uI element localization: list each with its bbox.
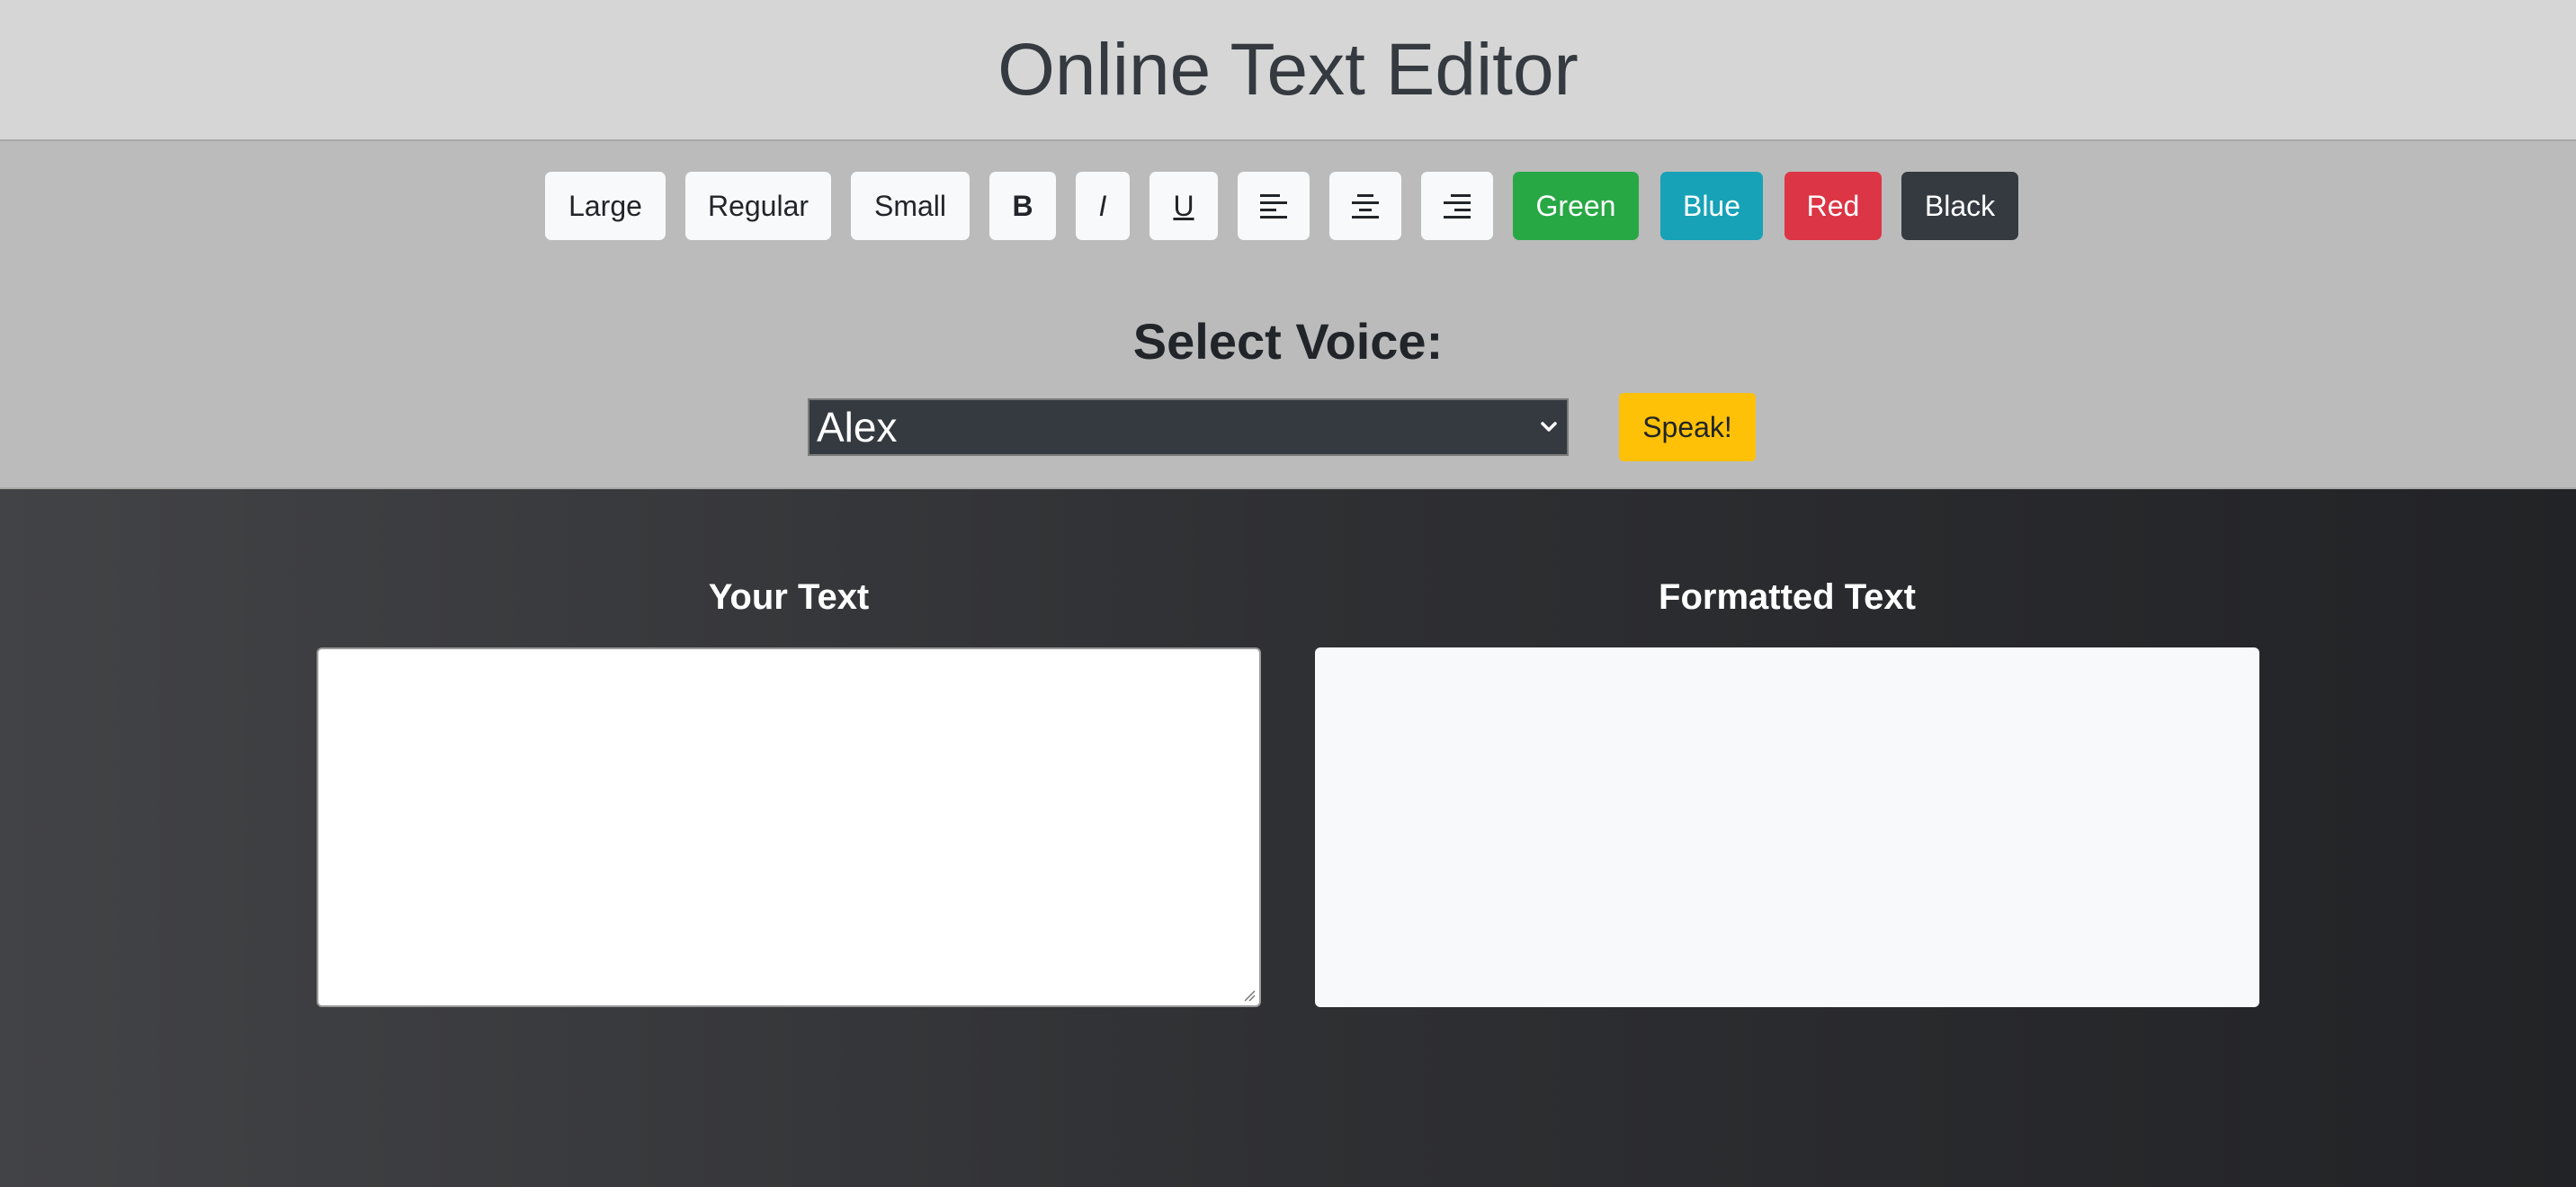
- size-large-button[interactable]: Large: [545, 172, 666, 240]
- formatted-output: [1315, 647, 2259, 1007]
- resize-handle-icon[interactable]: [1243, 989, 1256, 1002]
- align-right-button[interactable]: [1421, 172, 1493, 240]
- voice-select-value: Alex: [817, 404, 898, 451]
- toolbar: Large Regular Small B I U Green Blue Red…: [0, 141, 2576, 489]
- editor-area: Your Text Formatted Text: [0, 489, 2576, 1187]
- align-center-icon: [1352, 194, 1379, 219]
- size-small-button[interactable]: Small: [851, 172, 970, 240]
- size-regular-button[interactable]: Regular: [685, 172, 831, 240]
- page-header: Online Text Editor: [0, 0, 2576, 141]
- color-black-button[interactable]: Black: [1901, 172, 2018, 240]
- align-right-icon: [1444, 194, 1471, 219]
- color-blue-button[interactable]: Blue: [1660, 172, 1763, 240]
- color-green-button[interactable]: Green: [1513, 172, 1639, 240]
- align-left-icon: [1260, 194, 1287, 219]
- formatted-text-title: Formatted Text: [1659, 577, 1916, 617]
- align-center-button[interactable]: [1329, 172, 1401, 240]
- chevron-down-icon: [1541, 422, 1557, 432]
- align-left-button[interactable]: [1238, 172, 1310, 240]
- text-input[interactable]: [317, 647, 1261, 1007]
- color-red-button[interactable]: Red: [1784, 172, 1882, 240]
- select-voice-label: Select Voice:: [1132, 313, 1444, 370]
- bold-button[interactable]: B: [989, 172, 1056, 240]
- voice-select[interactable]: Alex: [808, 398, 1569, 456]
- speak-button[interactable]: Speak!: [1619, 393, 1756, 461]
- your-text-title: Your Text: [708, 577, 870, 617]
- underline-button[interactable]: U: [1149, 172, 1218, 240]
- page-title: Online Text Editor: [997, 28, 1579, 111]
- italic-button[interactable]: I: [1076, 172, 1130, 240]
